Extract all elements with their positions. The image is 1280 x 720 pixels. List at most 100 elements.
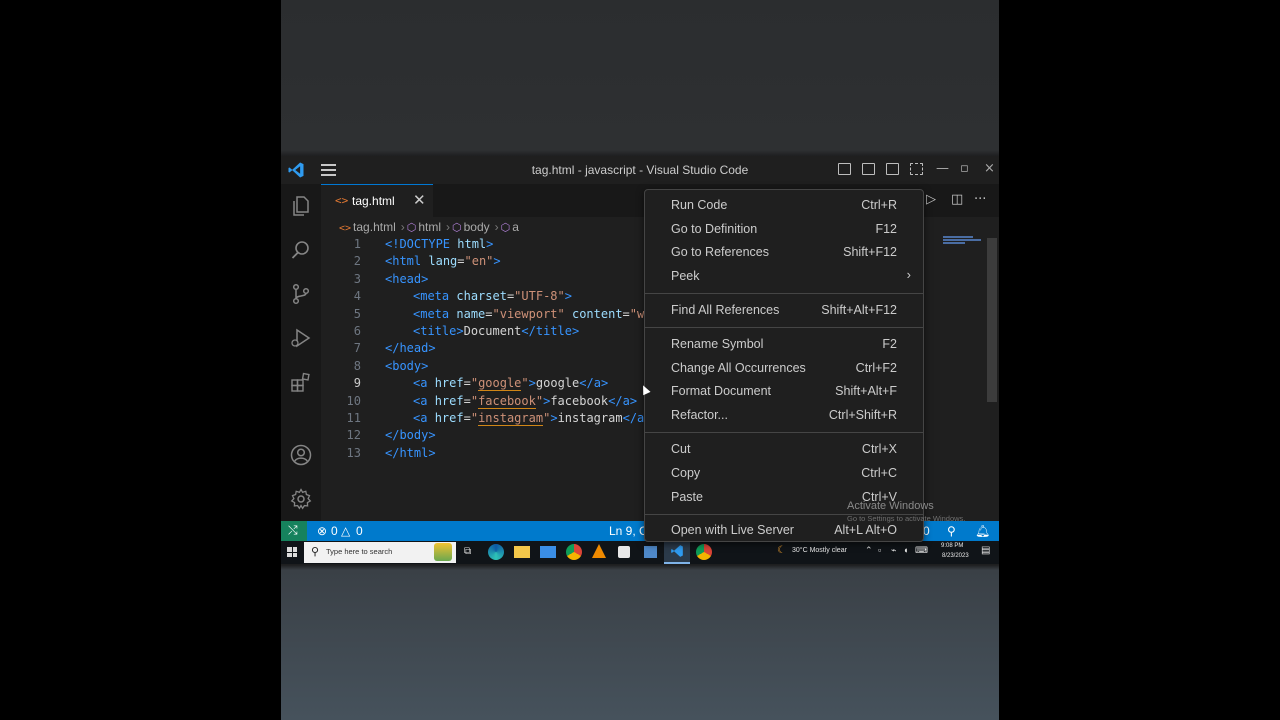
token: = [463, 393, 471, 408]
menu-item-peek[interactable]: Peek › [645, 266, 923, 288]
run-code-icon[interactable]: ▷ [926, 192, 936, 207]
vertical-scrollbar[interactable] [987, 238, 997, 402]
calendar-app-icon[interactable] [618, 546, 630, 558]
taskbar-search-box[interactable]: ⚲ Type here to search [304, 542, 456, 563]
edge-browser-icon[interactable] [488, 544, 504, 560]
menu-item-cut[interactable]: Cut Ctrl+X [645, 439, 923, 461]
warning-count[interactable]: 0 [356, 524, 363, 538]
token: </ [608, 393, 623, 408]
breadcrumb-a[interactable]: a [512, 220, 519, 234]
menu-separator [645, 293, 923, 294]
tab-close-icon[interactable]: ✕ [413, 191, 426, 209]
settings-gear-icon[interactable] [289, 487, 313, 511]
menu-separator [645, 432, 923, 433]
search-icon[interactable] [289, 238, 313, 262]
menu-item-copy[interactable]: Copy Ctrl+C [645, 463, 923, 485]
line-number: 6 [353, 323, 361, 338]
token: <! [385, 237, 400, 251]
task-view-icon[interactable]: ⧉ [464, 546, 471, 557]
token: > [564, 289, 572, 304]
file-explorer-icon[interactable] [514, 546, 530, 558]
taskbar-date[interactable]: 8/23/2023 [942, 553, 969, 559]
source-control-icon[interactable] [289, 282, 313, 306]
network-icon[interactable]: ⌁ [891, 545, 896, 556]
weather-text[interactable]: 30°C Mostly clear [792, 547, 847, 554]
language-icon[interactable]: ⌨ [915, 545, 928, 556]
token: Document [463, 323, 522, 338]
menu-item-open-with-live-server[interactable]: Open with Live Server Alt+L Alt+O [645, 520, 923, 542]
menu-item-label: Paste [671, 490, 703, 504]
token: = [463, 410, 471, 425]
breadcrumb-body[interactable]: body [464, 220, 490, 234]
breadcrumb-html[interactable]: html [418, 220, 441, 234]
vscode-logo-icon [671, 545, 683, 557]
restore-button[interactable]: ▫ [960, 161, 969, 176]
customize-layout-icon[interactable] [910, 163, 923, 175]
token: html [392, 254, 422, 269]
breadcrumb-file[interactable]: tag.html [353, 220, 396, 234]
token: > [486, 237, 494, 251]
error-count[interactable]: 0 [331, 524, 338, 538]
token: facebook [550, 393, 609, 408]
cursor-position[interactable]: Ln 9, C [609, 524, 648, 538]
html-file-icon: <> [335, 194, 349, 207]
tray-chevron-up-icon[interactable]: ⌃ [865, 545, 873, 556]
notifications-bell-icon[interactable]: 🔔︎ [975, 524, 990, 538]
menu-item-go-to-definition[interactable]: Go to Definition F12 [645, 219, 923, 241]
action-center-icon[interactable]: ▤ [981, 545, 990, 556]
taskbar-time[interactable]: 9:08 PM [941, 543, 963, 549]
remote-indicator[interactable]: ⤭ [281, 521, 307, 541]
toggle-primary-sidebar-icon[interactable] [838, 163, 851, 175]
menu-item-rename-symbol[interactable]: Rename Symbol F2 [645, 334, 923, 356]
extensions-icon[interactable] [289, 370, 313, 394]
menu-item-go-to-references[interactable]: Go to References Shift+F12 [645, 242, 923, 264]
token: = [463, 376, 471, 391]
html-file-icon: <> [339, 223, 352, 234]
token: " [521, 376, 529, 391]
tab-tag-html[interactable]: <> tag.html ✕ [321, 184, 433, 217]
error-icon[interactable]: ⊗ [317, 524, 327, 538]
port-indicator[interactable]: 0 [923, 524, 930, 538]
token: > [421, 358, 429, 373]
accounts-icon[interactable] [289, 443, 313, 467]
token: html [450, 237, 487, 251]
close-window-button[interactable]: × [984, 161, 995, 176]
windows-start-icon[interactable] [287, 547, 297, 557]
feedback-icon[interactable]: ⚲ [947, 524, 956, 538]
menu-item-format-document[interactable]: Format Document Shift+Alt+F [645, 381, 923, 403]
chrome-profile-icon[interactable] [696, 544, 712, 560]
vlc-icon[interactable] [592, 544, 606, 558]
menu-item-label: Go to Definition [671, 222, 758, 236]
split-editor-icon[interactable]: ◫ [951, 192, 963, 207]
token: </ [521, 323, 536, 338]
code-text: <head> [385, 271, 428, 288]
token: > [421, 271, 429, 286]
vscode-taskbar-button[interactable] [664, 541, 690, 564]
explorer-icon[interactable] [289, 194, 313, 218]
token: "en" [464, 254, 494, 269]
token: > [600, 376, 609, 391]
toggle-secondary-sidebar-icon[interactable] [886, 163, 899, 175]
menu-item-find-all-references[interactable]: Find All References Shift+Alt+F12 [645, 300, 923, 322]
volume-icon[interactable]: ◖ [903, 545, 908, 555]
tray-app-icon[interactable]: ▫ [878, 545, 881, 555]
more-actions-icon[interactable]: ··· [974, 192, 986, 207]
line-number: 4 [353, 289, 361, 304]
token: " [470, 393, 479, 408]
photos-icon[interactable] [644, 546, 657, 558]
code-text: <a href="instagram">instagram</a> [413, 410, 652, 427]
token: instagram [478, 410, 544, 426]
minimize-button[interactable]: — [936, 161, 949, 176]
run-and-debug-icon[interactable] [289, 326, 313, 350]
menu-item-refactor[interactable]: Refactor... Ctrl+Shift+R [645, 405, 923, 427]
mail-icon[interactable] [540, 546, 556, 558]
toggle-panel-icon[interactable] [862, 163, 875, 175]
menu-item-run-code[interactable]: Run Code Ctrl+R [645, 195, 923, 217]
code-text: <a href="facebook">facebook</a> [413, 393, 637, 410]
warning-icon[interactable]: △ [341, 524, 350, 538]
chrome-icon[interactable] [566, 544, 582, 560]
token: body [399, 428, 429, 443]
activate-windows-title: Activate Windows [847, 500, 934, 512]
minimap[interactable] [943, 236, 983, 248]
menu-item-change-all-occurrences[interactable]: Change All Occurrences Ctrl+F2 [645, 358, 923, 380]
